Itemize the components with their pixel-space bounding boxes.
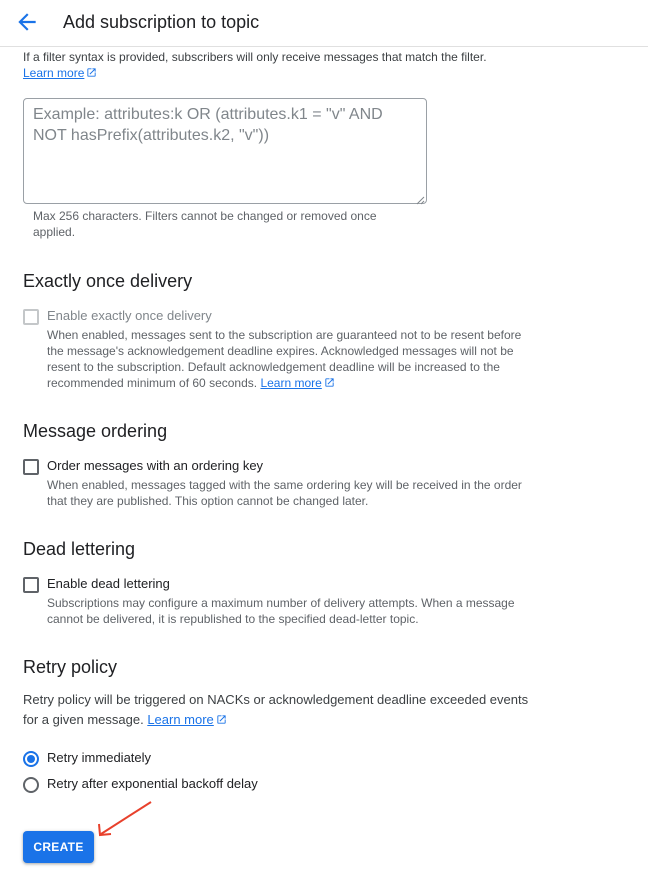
back-arrow-icon[interactable]	[14, 9, 40, 35]
retry-backoff-label[interactable]: Retry after exponential backoff delay	[47, 775, 258, 793]
exactly-once-checkbox[interactable]	[23, 309, 39, 325]
retry-backoff-radio[interactable]	[23, 777, 39, 793]
annotation-arrow-icon	[95, 800, 155, 840]
create-button[interactable]: CREATE	[23, 831, 94, 863]
retry-policy-description: Retry policy will be triggered on NACKs …	[23, 690, 543, 731]
exactly-once-description: When enabled, messages sent to the subsc…	[47, 328, 522, 392]
resize-handle-icon[interactable]	[415, 192, 425, 205]
retry-policy-title: Retry policy	[23, 657, 118, 677]
external-link-icon	[324, 376, 335, 392]
dead-lettering-description: Subscriptions may configure a maximum nu…	[47, 596, 515, 626]
retry-immediately-radio[interactable]	[23, 751, 39, 767]
message-ordering-checkbox[interactable]	[23, 459, 39, 475]
exactly-once-learn-more-link[interactable]: Learn more	[260, 376, 321, 390]
filter-hint: Max 256 characters. Filters cannot be ch…	[33, 209, 377, 239]
dead-lettering-checkbox[interactable]	[23, 577, 39, 593]
filter-textarea[interactable]	[23, 98, 427, 204]
dead-lettering-title: Dead lettering	[23, 539, 136, 559]
message-ordering-label[interactable]: Order messages with an ordering key	[47, 457, 263, 475]
app-header: Add subscription to topic	[0, 0, 648, 47]
exactly-once-title: Exactly once delivery	[23, 271, 193, 291]
retry-learn-more-link[interactable]: Learn more	[147, 712, 213, 727]
filter-help-text: If a filter syntax is provided, subscrib…	[23, 49, 623, 82]
exactly-once-label: Enable exactly once delivery	[47, 308, 212, 323]
page-title: Add subscription to topic	[63, 12, 260, 32]
dead-lettering-label[interactable]: Enable dead lettering	[47, 575, 170, 593]
message-ordering-title: Message ordering	[23, 421, 168, 441]
retry-immediately-label[interactable]: Retry immediately	[47, 749, 151, 767]
external-link-icon	[86, 66, 97, 82]
filter-help-label: If a filter syntax is provided, subscrib…	[23, 50, 487, 64]
message-ordering-description: When enabled, messages tagged with the s…	[47, 478, 522, 508]
external-link-icon	[216, 711, 227, 731]
filter-learn-more-link[interactable]: Learn more	[23, 66, 84, 80]
